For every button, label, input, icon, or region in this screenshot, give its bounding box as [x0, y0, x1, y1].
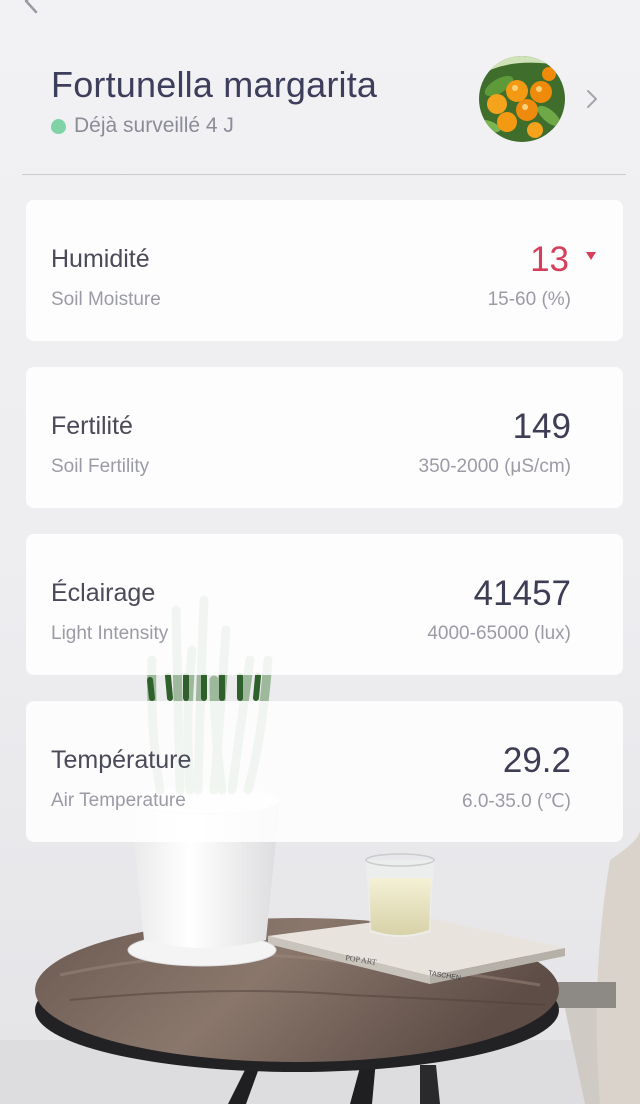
metric-value: 29.2	[502, 741, 571, 780]
metric-label: Humidité	[51, 245, 150, 273]
leaf-status-icon	[51, 118, 66, 134]
metric-value: 149	[512, 407, 571, 446]
plant-name: Fortunella margarita	[51, 64, 378, 105]
metric-range: 6.0-35.0 (℃)	[462, 791, 571, 812]
plant-avatar[interactable]	[479, 56, 565, 142]
more-icon[interactable]	[592, 0, 632, 8]
soil-fertility-card[interactable]: Fertilité Soil Fertility 149 350-2000 (μ…	[26, 367, 623, 508]
monitoring-status: Déjà surveillé 4 J	[51, 114, 234, 138]
metric-value: 13	[530, 240, 569, 279]
air-temperature-card[interactable]: Température Air Temperature 29.2 6.0-35.…	[26, 701, 623, 842]
soil-moisture-card[interactable]: Humidité Soil Moisture 13 15-60 (%)	[26, 200, 623, 341]
metric-label: Température	[51, 746, 192, 774]
back-arrow-icon[interactable]	[16, 0, 46, 16]
metric-range: 4000-65000 (lux)	[427, 623, 571, 644]
metric-value: 41457	[473, 574, 571, 613]
metric-range: 350-2000 (μS/cm)	[418, 456, 571, 477]
chevron-right-icon[interactable]	[582, 88, 602, 110]
metric-label: Fertilité	[51, 412, 133, 440]
light-intensity-card[interactable]: Éclairage Light Intensity 41457 4000-650…	[26, 534, 623, 675]
metric-sublabel: Air Temperature	[51, 790, 186, 811]
alert-down-arrow-icon	[586, 252, 596, 260]
status-text: Déjà surveillé 4 J	[74, 114, 234, 137]
metric-sublabel: Soil Fertility	[51, 456, 150, 477]
header-divider	[22, 174, 626, 175]
metric-sublabel: Light Intensity	[51, 623, 169, 644]
metric-sublabel: Soil Moisture	[51, 289, 161, 310]
metric-range: 15-60 (%)	[487, 289, 571, 310]
metric-label: Éclairage	[51, 579, 156, 607]
